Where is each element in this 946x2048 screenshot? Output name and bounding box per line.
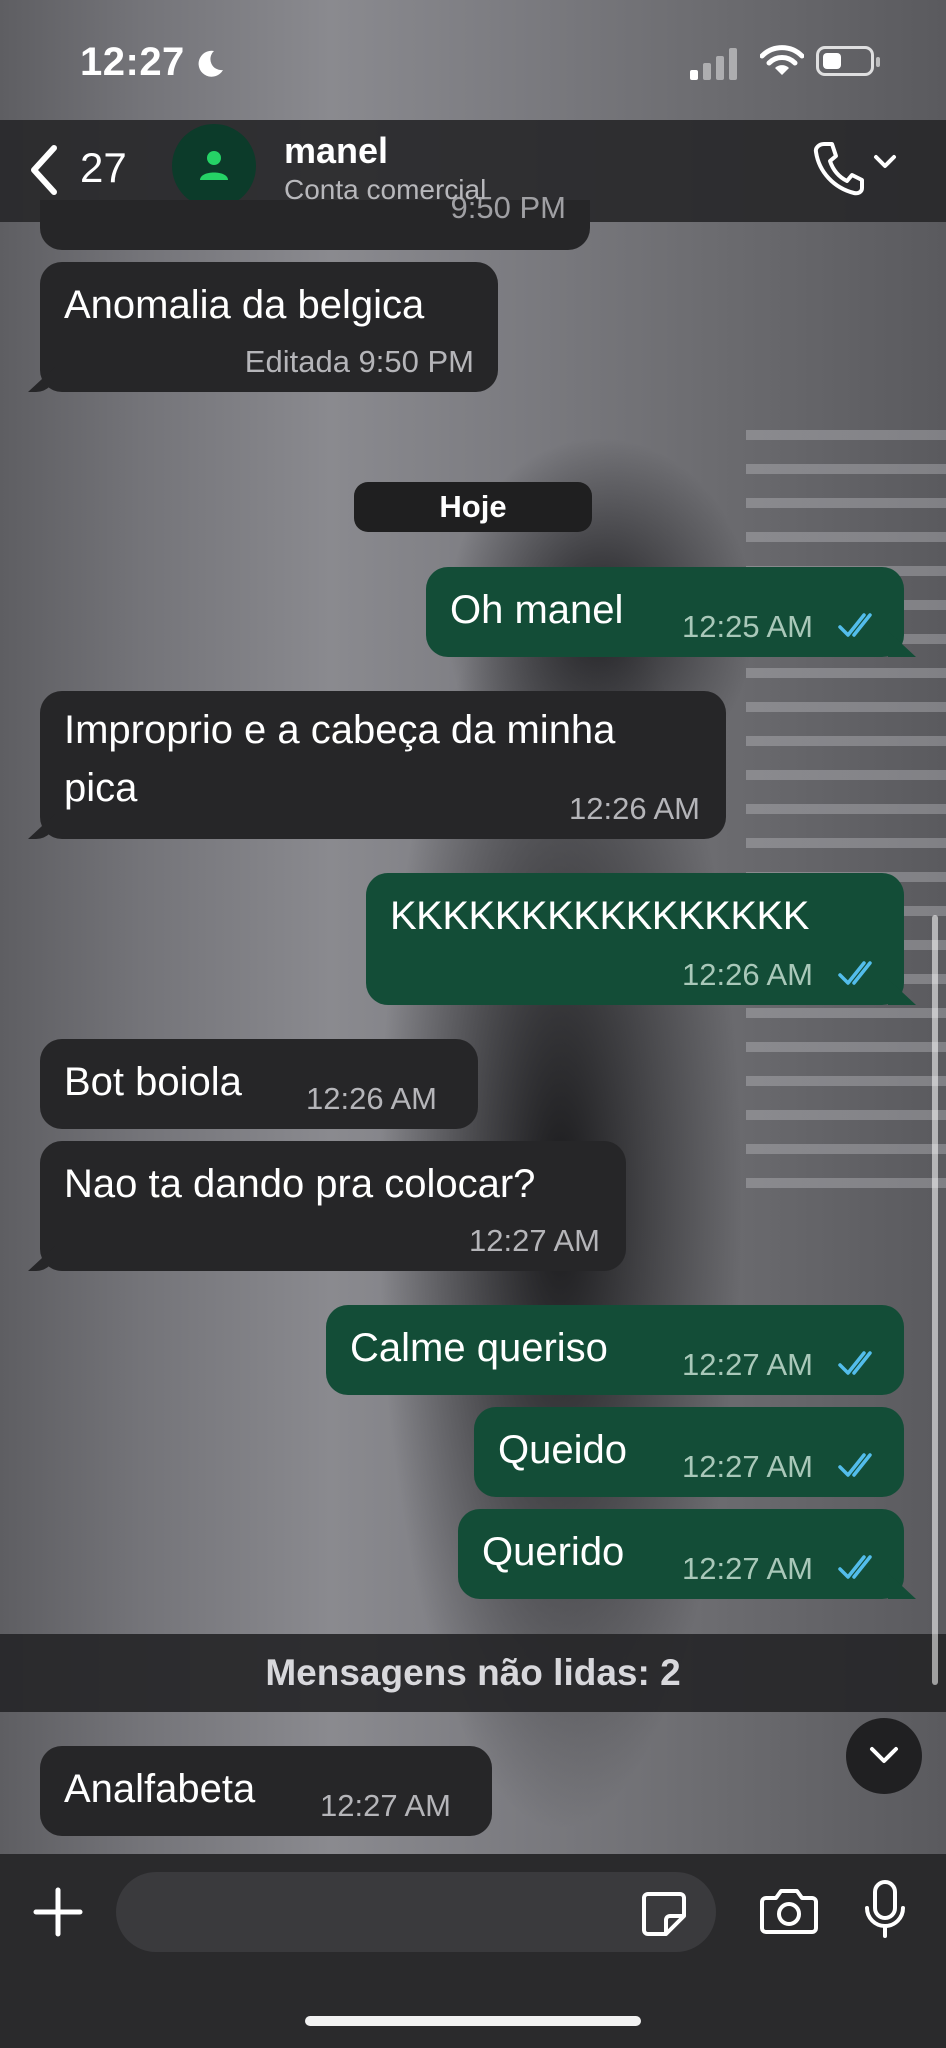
message-text: Oh manel	[450, 588, 624, 632]
scroll-to-bottom-button[interactable]	[846, 1718, 922, 1794]
message-bubble-incoming[interactable]: Bot boiola 12:26 AM	[40, 1039, 478, 1129]
person-icon	[200, 151, 228, 180]
back-unread-count[interactable]: 27	[80, 144, 127, 192]
read-ticks-icon	[838, 1453, 872, 1477]
read-ticks-icon	[838, 1351, 872, 1375]
read-ticks-icon	[838, 613, 872, 637]
message-text: Analfabeta	[64, 1767, 256, 1811]
read-ticks-icon	[838, 961, 872, 985]
message-bubble-incoming[interactable]: Improprio e a cabeça da minha pica 12:26…	[28, 691, 726, 839]
message-bubble-outgoing[interactable]: Oh manel 12:25 AM	[426, 567, 916, 657]
message-bubble-outgoing[interactable]: Queido 12:27 AM	[474, 1407, 904, 1497]
message-text: Querido	[482, 1530, 625, 1574]
message-input[interactable]	[116, 1872, 716, 1952]
message-time: 12:26 AM	[682, 957, 813, 992]
message-text: Bot boiola	[64, 1060, 242, 1104]
camera-icon[interactable]	[760, 1886, 818, 1936]
scrollbar[interactable]	[932, 915, 938, 1685]
message-bubble-partial[interactable]: 9:50 PM	[40, 190, 590, 250]
message-time: 12:27 AM	[469, 1223, 600, 1258]
moon-icon	[198, 50, 223, 77]
home-indicator	[305, 2016, 641, 2026]
message-text: Queido	[498, 1428, 627, 1472]
message-text-line-1: Improprio e a cabeça da minha	[64, 708, 616, 752]
message-composer	[0, 1854, 946, 2048]
read-ticks-icon	[838, 1555, 872, 1579]
cellular-signal-icon	[690, 46, 740, 80]
message-text: Anomalia da belgica	[64, 283, 425, 327]
message-time: 12:26 AM	[569, 791, 700, 826]
message-bubble-incoming[interactable]: Analfabeta 12:27 AM	[40, 1746, 492, 1836]
message-time: 12:27 AM	[682, 1449, 813, 1484]
message-text: Calme queriso	[350, 1326, 608, 1370]
sticker-icon[interactable]	[640, 1890, 688, 1938]
back-chevron-icon[interactable]	[22, 140, 72, 200]
chevron-down-icon[interactable]	[872, 152, 898, 172]
message-text: Nao ta dando pra colocar?	[64, 1162, 536, 1206]
microphone-icon[interactable]	[862, 1878, 908, 1942]
wifi-icon	[760, 45, 804, 75]
chevron-down-icon	[870, 1747, 898, 1763]
message-time: 12:27 AM	[320, 1788, 451, 1823]
message-text-line-2: pica	[64, 766, 138, 810]
message-bubble-outgoing[interactable]: KKKKKKKKKKKKKKKK 12:26 AM	[366, 873, 916, 1005]
message-time: 12:25 AM	[682, 609, 813, 644]
contact-name[interactable]: manel	[284, 130, 388, 172]
battery-icon	[816, 46, 880, 76]
message-time: 12:27 AM	[682, 1347, 813, 1382]
day-divider: Hoje	[354, 482, 592, 532]
message-bubble-outgoing[interactable]: Calme queriso 12:27 AM	[326, 1305, 904, 1395]
plus-icon[interactable]	[30, 1884, 86, 1940]
message-bubble-incoming[interactable]: Nao ta dando pra colocar? 12:27 AM	[28, 1141, 626, 1271]
unread-messages-banner: Mensagens não lidas: 2	[0, 1634, 946, 1712]
message-time: 9:50 PM	[450, 190, 566, 225]
status-bar: 12:27	[0, 0, 946, 120]
message-time: 12:26 AM	[306, 1081, 437, 1116]
message-bubble-incoming[interactable]: Anomalia da belgica Editada 9:50 PM	[28, 262, 498, 392]
avatar[interactable]	[172, 124, 256, 208]
status-time: 12:27	[80, 40, 185, 84]
message-time: Editada 9:50 PM	[244, 344, 474, 379]
message-bubble-outgoing[interactable]: Querido 12:27 AM	[458, 1509, 916, 1599]
phone-icon[interactable]	[810, 138, 864, 198]
message-time: 12:27 AM	[682, 1551, 813, 1586]
message-text: KKKKKKKKKKKKKKKK	[390, 894, 809, 938]
wallpaper-detail	[746, 430, 946, 1190]
